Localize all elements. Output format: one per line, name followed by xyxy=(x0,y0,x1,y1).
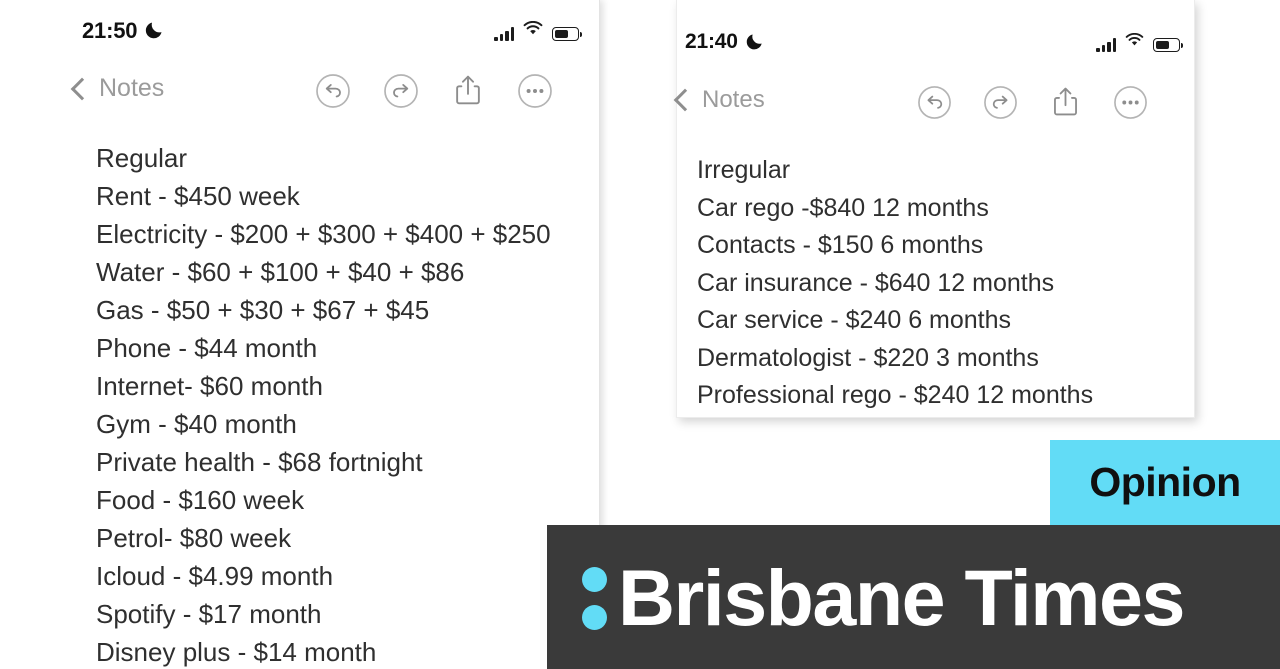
note-line: Petrol- $80 week xyxy=(96,523,292,553)
right-nav-toolbar: Notes xyxy=(673,62,1194,121)
crescent-moon-icon xyxy=(745,32,766,53)
note-line: Electricity - $200 + $300 + $400 + $250 xyxy=(96,219,551,249)
colon-dots-icon xyxy=(582,567,607,630)
brisbane-times-masthead: Brisbane Times xyxy=(547,525,1280,669)
share-icon[interactable] xyxy=(1049,84,1082,121)
wifi-icon xyxy=(1125,32,1144,52)
crescent-moon-icon xyxy=(144,20,166,42)
note-line: Contacts - $150 6 months xyxy=(697,231,984,259)
note-line: Car rego -$840 12 months xyxy=(697,193,989,222)
more-icon[interactable] xyxy=(1113,85,1148,120)
cellular-signal-icon xyxy=(1096,38,1116,52)
note-line: Water - $60 + $100 + $40 + $86 xyxy=(96,257,465,287)
wifi-icon xyxy=(523,20,543,41)
left-nav-toolbar: Notes xyxy=(0,62,599,118)
more-icon[interactable] xyxy=(517,73,553,109)
undo-icon[interactable] xyxy=(315,73,351,109)
note-line: Disney plus - $14 month xyxy=(96,637,377,667)
opinion-badge: Opinion xyxy=(1050,440,1280,525)
opinion-badge-label: Opinion xyxy=(1089,459,1241,505)
left-status-time-group: 21:50 xyxy=(82,18,166,44)
back-button-label: Notes xyxy=(99,74,165,102)
screenshot-canvas: 21:50 Notes Regular Rent - $450 week Ele… xyxy=(0,0,1280,669)
left-toolbar-icons xyxy=(315,72,553,110)
right-note-content: Irregular Car rego -$840 12 months Conta… xyxy=(697,152,1093,415)
note-line: Dermatologist - $220 3 months xyxy=(697,343,1039,372)
status-time-text: 21:40 xyxy=(685,30,738,53)
right-status-bar: 21:40 xyxy=(677,0,1194,62)
battery-icon xyxy=(1153,38,1183,52)
status-time-text: 21:50 xyxy=(82,18,138,43)
share-icon[interactable] xyxy=(451,72,485,110)
undo-icon[interactable] xyxy=(917,85,952,120)
redo-icon[interactable] xyxy=(383,73,419,109)
note-title: Regular xyxy=(96,143,188,173)
back-button-label: Notes xyxy=(702,86,765,113)
right-phone-screenshot: 21:40 Notes Irregular Car rego -$840 12 … xyxy=(673,0,1195,418)
note-title: Irregular xyxy=(697,156,791,184)
redo-icon[interactable] xyxy=(983,85,1018,120)
note-line: Rent - $450 week xyxy=(96,181,300,211)
right-status-time-group: 21:40 xyxy=(685,30,766,54)
cellular-signal-icon xyxy=(494,27,514,41)
left-note-content: Regular Rent - $450 week Electricity - $… xyxy=(96,139,551,669)
chevron-left-icon xyxy=(673,88,697,112)
masthead-title: Brisbane Times xyxy=(618,552,1185,642)
back-to-notes-button[interactable]: Notes xyxy=(70,74,165,103)
note-line: Spotify - $17 month xyxy=(96,599,322,629)
right-toolbar-icons xyxy=(917,84,1148,121)
note-line: Private health - $68 fortnight xyxy=(96,447,423,477)
note-line: Phone - $44 month xyxy=(96,333,318,363)
note-line: Internet- $60 month xyxy=(96,371,323,401)
note-line: Professional rego - $240 12 months xyxy=(697,381,1094,409)
battery-icon xyxy=(552,27,582,41)
note-line: Car insurance - $640 12 months xyxy=(697,268,1055,297)
right-status-indicators xyxy=(1096,32,1183,52)
note-line: Gas - $50 + $30 + $67 + $45 xyxy=(96,295,430,325)
note-line: Gym - $40 month xyxy=(96,409,297,439)
note-line: Car service - $240 6 months xyxy=(697,306,1012,334)
left-phone-screenshot: 21:50 Notes Regular Rent - $450 week Ele… xyxy=(0,0,600,669)
note-line: Icloud - $4.99 month xyxy=(96,561,334,591)
chevron-left-icon xyxy=(70,77,94,100)
back-to-notes-button[interactable]: Notes xyxy=(673,86,765,114)
left-status-indicators xyxy=(494,20,582,41)
note-line: Food - $160 week xyxy=(96,485,305,515)
left-status-bar: 21:50 xyxy=(0,0,599,62)
